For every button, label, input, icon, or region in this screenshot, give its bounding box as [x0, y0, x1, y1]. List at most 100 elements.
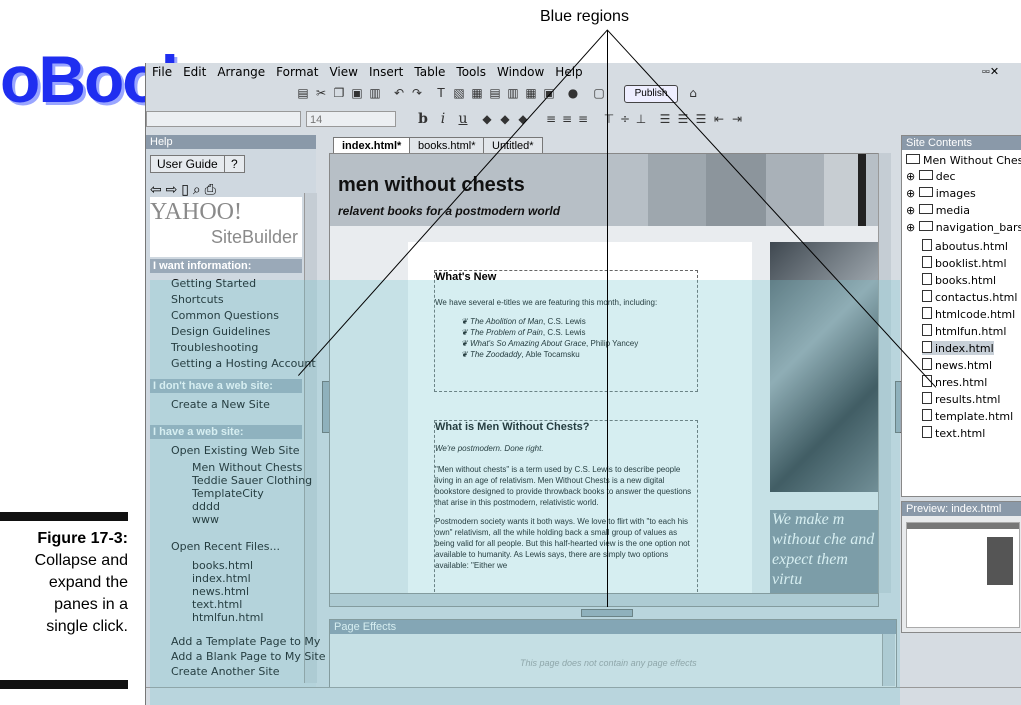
recent-file-link[interactable]: books.html [192, 559, 253, 572]
menu-format[interactable]: Format [270, 63, 323, 79]
site-link[interactable]: TemplateCity [192, 487, 264, 500]
align-center-icon[interactable]: ≡ [560, 112, 574, 126]
trash-icon[interactable]: ▥ [368, 86, 382, 100]
document-vscroll[interactable] [878, 153, 891, 593]
expand-icon[interactable]: ⊕ [906, 170, 915, 183]
recent-file-link[interactable]: htmlfun.html [192, 611, 263, 624]
help-scrollbar[interactable] [304, 193, 317, 683]
tree-folder[interactable]: ⊕ dec [906, 170, 956, 183]
font-family-select[interactable] [146, 111, 301, 127]
help-link[interactable]: Create a New Site [171, 398, 270, 411]
tree-file[interactable]: htmlcode.html [922, 307, 1015, 321]
tree-file[interactable]: booklist.html [922, 256, 1007, 270]
page-icon[interactable]: ▤ [296, 86, 310, 100]
text-color-icon[interactable]: ◆ [480, 112, 494, 126]
forward-icon[interactable]: ⇨ [166, 181, 178, 197]
close-icon[interactable]: ✕ [990, 66, 999, 78]
help-link[interactable]: Design Guidelines [171, 325, 270, 338]
table-icon[interactable]: ▦ [470, 86, 484, 100]
font-size-select[interactable]: 14 [306, 111, 396, 127]
help-link[interactable]: Add a Blank Page to My Site [171, 650, 326, 663]
list-style-icon[interactable]: ☰ [694, 112, 708, 126]
tab-user-guide[interactable]: User Guide [150, 155, 225, 173]
preview-icon[interactable]: ▢ [592, 86, 606, 100]
form-icon[interactable]: ▤ [488, 86, 502, 100]
bold-button[interactable]: b [416, 112, 430, 126]
tab-books-html[interactable]: books.html* [409, 137, 485, 154]
site-link[interactable]: Teddie Sauer Clothing [192, 474, 312, 487]
recent-file-link[interactable]: index.html [192, 572, 251, 585]
publish-button[interactable]: Publish [624, 85, 678, 103]
expand-icon[interactable]: ⊕ [906, 187, 915, 200]
text-box-icon[interactable]: T [434, 86, 448, 100]
tab-help-index[interactable]: ? [224, 155, 245, 173]
open-recent-link[interactable]: Open Recent Files... [171, 540, 280, 553]
globe-icon[interactable]: ● [566, 86, 580, 100]
face-image[interactable] [770, 242, 878, 492]
menu-arrange[interactable]: Arrange [211, 63, 270, 79]
help-link[interactable]: Add a Template Page to My [171, 635, 320, 648]
help-link[interactable]: Open Existing Web Site [171, 444, 300, 457]
recent-file-link[interactable]: text.html [192, 598, 242, 611]
align-right-icon[interactable]: ≡ [576, 112, 590, 126]
tree-file[interactable]: news.html [922, 358, 992, 372]
menu-file[interactable]: File [146, 63, 177, 79]
tree-folder[interactable]: ⊕ navigation_bars [906, 221, 1021, 234]
tree-folder[interactable]: ⊕ media [906, 204, 970, 217]
bullet-list-icon[interactable]: ☰ [658, 112, 672, 126]
tab-untitled[interactable]: Untitled* [483, 137, 543, 154]
tab-index-html[interactable]: index.html* [333, 137, 411, 154]
tree-file[interactable]: template.html [922, 409, 1013, 423]
highlight-icon[interactable]: ◆ [498, 112, 512, 126]
help-link[interactable]: Create Another Site [171, 665, 279, 678]
tree-file[interactable]: books.html [922, 273, 996, 287]
italic-button[interactable]: i [436, 112, 450, 126]
cut-icon[interactable]: ✂ [314, 86, 328, 100]
expand-icon[interactable]: ⊕ [906, 204, 915, 217]
effects-scrollbar[interactable] [882, 634, 895, 686]
outdent-icon[interactable]: ⇤ [712, 112, 726, 126]
redo-icon[interactable]: ↷ [410, 86, 424, 100]
tree-root[interactable]: Men Without Chests [906, 154, 1021, 167]
tree-file[interactable]: aboutus.html [922, 239, 1008, 253]
bookmark-icon[interactable]: ▯ [181, 181, 189, 197]
valign-top-icon[interactable]: ⊤ [602, 112, 616, 126]
underline-button[interactable]: u [456, 112, 470, 126]
tree-file[interactable]: results.html [922, 392, 1000, 406]
site-link[interactable]: dddd [192, 500, 220, 513]
home-icon[interactable]: ⌂ [686, 86, 700, 100]
image-icon[interactable]: ▧ [452, 86, 466, 100]
undo-icon[interactable]: ↶ [392, 86, 406, 100]
search-icon[interactable]: ⌕ [193, 181, 201, 197]
about-box[interactable]: What is Men Without Chests? We're postmo… [434, 420, 698, 594]
grid-icon[interactable]: ▦ [524, 86, 538, 100]
valign-bottom-icon[interactable]: ⊥ [634, 112, 648, 126]
collapse-effects-pane-handle[interactable] [581, 609, 633, 617]
menu-view[interactable]: View [323, 63, 362, 79]
recent-file-link[interactable]: news.html [192, 585, 249, 598]
nav-bar-icon[interactable]: ▥ [506, 86, 520, 100]
copy-icon[interactable]: ❐ [332, 86, 346, 100]
tree-file[interactable]: htmlfun.html [922, 324, 1006, 338]
paste-icon[interactable]: ▣ [350, 86, 364, 100]
menu-table[interactable]: Table [408, 63, 450, 79]
help-link[interactable]: Getting Started [171, 277, 256, 290]
help-link[interactable]: Shortcuts [171, 293, 224, 306]
quote-graphic[interactable]: We make m without che and expect them vi… [770, 510, 878, 594]
preview-thumbnail[interactable] [906, 522, 1020, 628]
valign-middle-icon[interactable]: ÷ [618, 112, 632, 126]
whats-new-box[interactable]: What's New We have several e-titles we a… [434, 270, 698, 392]
site-link[interactable]: www [192, 513, 219, 526]
tree-file[interactable]: text.html [922, 426, 985, 440]
menu-tools[interactable]: Tools [450, 63, 491, 79]
page-canvas[interactable]: men without chests relavent books for a … [329, 153, 879, 595]
print-icon[interactable]: ⎙ [205, 181, 216, 197]
tree-folder[interactable]: ⊕ images [906, 187, 976, 200]
menu-insert[interactable]: Insert [363, 63, 408, 79]
site-link[interactable]: Men Without Chests [192, 461, 302, 474]
tree-file[interactable]: contactus.html [922, 290, 1017, 304]
document-hscroll[interactable] [329, 593, 879, 607]
help-link[interactable]: Getting a Hosting Account [171, 357, 316, 370]
help-link[interactable]: Troubleshooting [171, 341, 258, 354]
site-title[interactable]: men without chests [338, 174, 525, 197]
